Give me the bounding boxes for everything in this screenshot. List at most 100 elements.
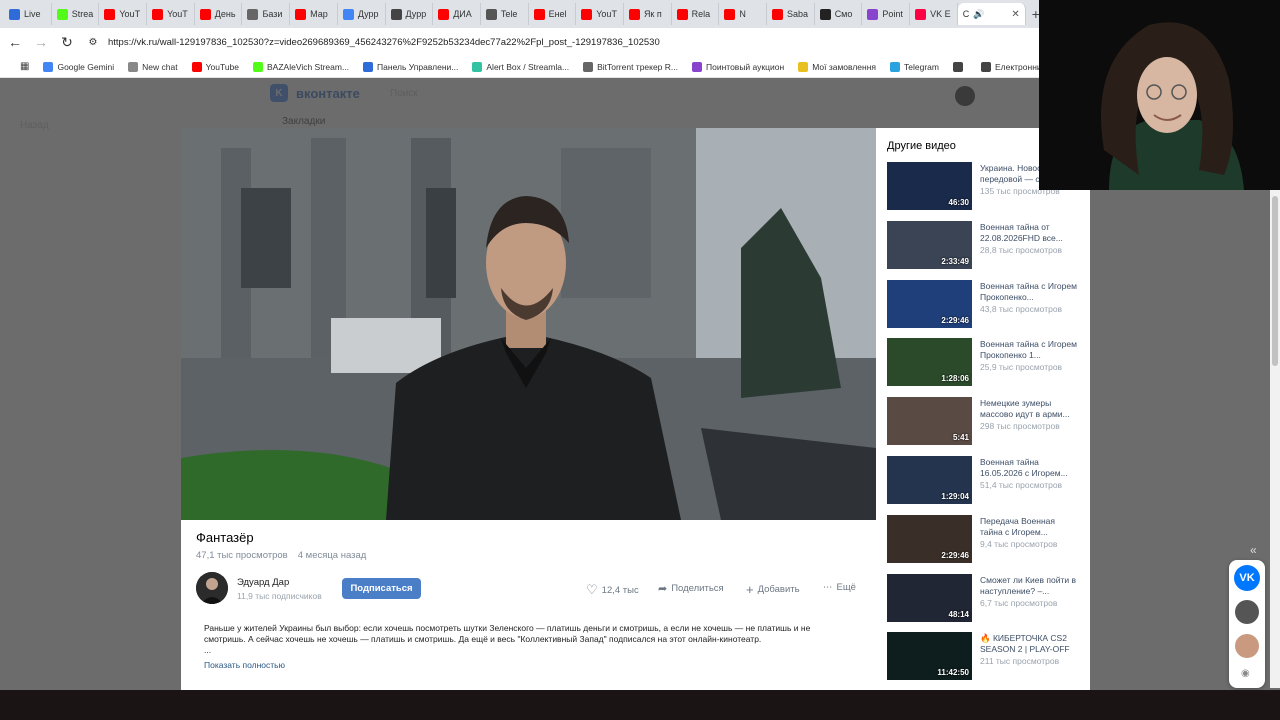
related-video-thumbnail[interactable]: 48:14: [887, 573, 972, 622]
related-video-thumbnail[interactable]: 5:41: [887, 397, 972, 446]
subscribe-button[interactable]: Подписаться: [342, 578, 421, 599]
page-scrollbar[interactable]: [1270, 190, 1280, 688]
bookmark-label: BAZAleVich Stream...: [267, 61, 350, 72]
related-video-item[interactable]: 2:29:46 Военная тайна с Игорем Прокопенко…: [887, 279, 1087, 328]
related-video-item[interactable]: 11:42:50 🔥 КИБЕРТОЧКА CS2 SEASON 2 | PLAY…: [887, 632, 1087, 681]
author-subscribers: 11,9 тыс подписчиков: [237, 591, 322, 601]
related-video-title[interactable]: Немецкие зумеры массово идут в арми...: [980, 398, 1080, 420]
browser-tab[interactable]: VK E: [910, 3, 958, 25]
related-video-title[interactable]: Военная тайна с Игорем Прокопенко 1...: [980, 339, 1080, 361]
bookmark-item[interactable]: Google Gemini: [43, 61, 114, 72]
browser-tab[interactable]: Дурр: [386, 3, 434, 25]
like-button[interactable]: ♡ 12,4 тыс: [586, 582, 639, 598]
related-video-item[interactable]: 2:33:49 Военная тайна от 22.08.2026FHD вс…: [887, 220, 1087, 269]
chat-icon[interactable]: ◉: [1241, 668, 1250, 679]
related-video-thumbnail[interactable]: 2:29:46: [887, 514, 972, 563]
browser-tab[interactable]: Бази: [242, 3, 291, 25]
collapse-icon[interactable]: «: [1250, 543, 1257, 557]
tab-label: ДИА: [453, 9, 472, 19]
browser-tab[interactable]: N: [719, 3, 767, 25]
share-label: Поделиться: [671, 583, 724, 594]
grid-icon[interactable]: ▦: [20, 61, 29, 72]
related-video-thumbnail[interactable]: 2:29:46: [887, 279, 972, 328]
related-video-thumbnail[interactable]: 11:42:50: [887, 632, 972, 681]
vk-back-link[interactable]: Назад: [20, 120, 49, 131]
bookmark-item[interactable]: Telegram: [890, 61, 939, 72]
vk-logo-icon[interactable]: K: [270, 84, 288, 102]
address-bar[interactable]: ⚙ https://vk.ru/wall-129197836_102530?z=…: [86, 31, 1030, 53]
url-text[interactable]: https://vk.ru/wall-129197836_102530?z=vi…: [108, 37, 660, 48]
show-more-link[interactable]: Показать полностью: [204, 660, 285, 670]
browser-tab[interactable]: YouT: [576, 3, 624, 25]
webcam-image: [1039, 0, 1280, 190]
related-video-item[interactable]: 1:29:04 Военная тайна 16.05.2026 с Игорем…: [887, 456, 1087, 504]
browser-tab[interactable]: Мар: [290, 3, 338, 25]
bookmark-item[interactable]: Поинтовый аукцион: [692, 61, 784, 72]
browser-tab[interactable]: YouT: [147, 3, 195, 25]
related-video-title[interactable]: Передача Военная тайна с Игорем...: [980, 516, 1080, 538]
share-icon: ➦: [658, 583, 668, 595]
speaker-icon[interactable]: 🔊: [973, 9, 984, 20]
bookmark-item[interactable]: YouTube: [191, 61, 239, 72]
vk-bookmarks-link[interactable]: Закладки: [282, 116, 325, 127]
browser-tab[interactable]: Дурр: [338, 3, 386, 25]
bookmark-item[interactable]: Alert Box / Streamla...: [472, 61, 569, 72]
bookmark-item[interactable]: [952, 61, 967, 72]
bookmark-item[interactable]: BitTorrent трекер R...: [583, 61, 678, 72]
browser-tab[interactable]: Tele: [481, 3, 529, 25]
video-duration: 48:14: [948, 609, 969, 619]
related-video-item[interactable]: 5:41 Немецкие зумеры массово идут в арми.…: [887, 397, 1087, 446]
bookmark-item[interactable]: Мої замовлення: [798, 61, 876, 72]
widget-avatar[interactable]: [1235, 600, 1259, 624]
related-video-thumbnail[interactable]: 1:29:04: [887, 456, 972, 504]
back-arrow-icon[interactable]: ←: [8, 34, 22, 50]
vk-search-input[interactable]: Поиск: [390, 88, 510, 106]
forward-arrow-icon[interactable]: →: [34, 34, 48, 50]
browser-tab[interactable]: Як п: [624, 3, 672, 25]
scrollbar-thumb[interactable]: [1272, 196, 1278, 366]
browser-tab[interactable]: Енеl: [529, 3, 577, 25]
more-button[interactable]: ⋯ Ещё: [823, 582, 856, 593]
author-avatar[interactable]: [196, 572, 228, 604]
bookmark-item[interactable]: Електронний кабінет: [980, 61, 1040, 72]
bookmark-item[interactable]: New chat: [128, 61, 178, 72]
browser-tab[interactable]: ДИА: [433, 3, 481, 25]
browser-tab[interactable]: Strea: [52, 3, 100, 25]
author-name[interactable]: Эдуард Дар: [237, 577, 289, 588]
browser-tab[interactable]: Live: [4, 3, 52, 25]
related-video-title[interactable]: Сможет ли Киев пойти в наступление? –...: [980, 575, 1080, 597]
vk-widget-icon[interactable]: VK: [1234, 565, 1260, 591]
user-avatar[interactable]: [955, 86, 975, 106]
browser-tab[interactable]: Rela: [672, 3, 720, 25]
related-video-thumbnail[interactable]: 1:28:06: [887, 338, 972, 387]
related-video-item[interactable]: 1:28:06 Военная тайна с Игорем Прокопенко…: [887, 338, 1087, 387]
video-player[interactable]: [181, 128, 876, 520]
browser-tab[interactable]: Смо: [815, 3, 863, 25]
browser-tab[interactable]: Saba: [767, 3, 815, 25]
tab-label: Rela: [691, 9, 711, 19]
related-video-title[interactable]: Военная тайна с Игорем Прокопенко...: [980, 281, 1080, 303]
related-video-title[interactable]: 🔥 КИБЕРТОЧКА CS2 SEASON 2 | PLAY-OFF |..…: [980, 633, 1080, 655]
bookmark-item[interactable]: Панель Управлени...: [363, 61, 458, 72]
related-video-thumbnail[interactable]: 2:33:49: [887, 220, 972, 269]
share-button[interactable]: ➦ Поделиться: [658, 582, 724, 595]
related-video-item[interactable]: 48:14 Сможет ли Киев пойти в наступление?…: [887, 573, 1087, 622]
widget-avatar[interactable]: [1235, 634, 1259, 658]
active-browser-tab[interactable]: C 🔊 ✕: [957, 3, 1026, 25]
add-button[interactable]: + Добавить: [746, 582, 800, 597]
browser-tab[interactable]: День: [195, 3, 243, 25]
tab-favicon-icon: [104, 8, 116, 20]
bookmark-item[interactable]: BAZAleVich Stream...: [253, 61, 350, 72]
browser-tab[interactable]: Point: [862, 3, 911, 25]
reload-icon[interactable]: ↻: [60, 34, 74, 51]
close-tab-icon[interactable]: ✕: [1011, 9, 1019, 20]
vk-logo-text[interactable]: вконтакте: [296, 86, 360, 101]
related-video-item[interactable]: 2:29:46 Передача Военная тайна с Игорем..…: [887, 514, 1087, 563]
related-video-title[interactable]: Военная тайна 16.05.2026 с Игорем...: [980, 457, 1080, 479]
site-info-icon[interactable]: ⚙: [86, 37, 100, 48]
related-video-thumbnail[interactable]: 46:30: [887, 162, 972, 210]
heart-icon: ♡: [586, 582, 598, 597]
related-video-title[interactable]: Военная тайна от 22.08.2026FHD все...: [980, 222, 1080, 244]
browser-tab[interactable]: YouT: [99, 3, 148, 25]
related-video-views: 6,7 тыс просмотров: [980, 597, 1058, 608]
